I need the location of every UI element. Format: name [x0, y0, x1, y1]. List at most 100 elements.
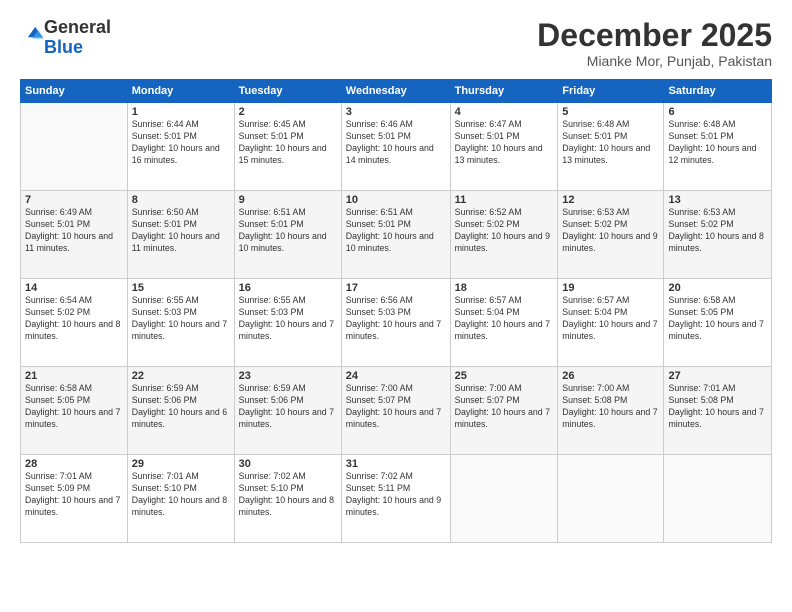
- day-number: 15: [132, 282, 230, 294]
- day-info: Sunrise: 6:57 AM Sunset: 5:04 PM Dayligh…: [562, 295, 659, 343]
- day-info: Sunrise: 6:57 AM Sunset: 5:04 PM Dayligh…: [455, 295, 554, 343]
- sunrise-text: Sunrise: 6:51 AM: [239, 207, 306, 217]
- day-info: Sunrise: 7:02 AM Sunset: 5:10 PM Dayligh…: [239, 471, 337, 519]
- table-row: 19 Sunrise: 6:57 AM Sunset: 5:04 PM Dayl…: [558, 279, 664, 367]
- sunset-text: Sunset: 5:08 PM: [668, 395, 733, 405]
- day-info: Sunrise: 6:53 AM Sunset: 5:02 PM Dayligh…: [562, 207, 659, 255]
- daylight-text: Daylight: 10 hours and 7 minutes.: [455, 319, 550, 341]
- day-info: Sunrise: 6:49 AM Sunset: 5:01 PM Dayligh…: [25, 207, 123, 255]
- col-friday: Friday: [558, 80, 664, 103]
- day-number: 10: [346, 194, 446, 206]
- table-row: 30 Sunrise: 7:02 AM Sunset: 5:10 PM Dayl…: [234, 455, 341, 543]
- table-row: 24 Sunrise: 7:00 AM Sunset: 5:07 PM Dayl…: [341, 367, 450, 455]
- table-row: 15 Sunrise: 6:55 AM Sunset: 5:03 PM Dayl…: [127, 279, 234, 367]
- sunset-text: Sunset: 5:01 PM: [562, 131, 627, 141]
- day-info: Sunrise: 6:44 AM Sunset: 5:01 PM Dayligh…: [132, 119, 230, 167]
- table-row: 25 Sunrise: 7:00 AM Sunset: 5:07 PM Dayl…: [450, 367, 558, 455]
- daylight-text: Daylight: 10 hours and 9 minutes.: [346, 495, 441, 517]
- table-row: 28 Sunrise: 7:01 AM Sunset: 5:09 PM Dayl…: [21, 455, 128, 543]
- sunset-text: Sunset: 5:02 PM: [455, 219, 520, 229]
- day-number: 18: [455, 282, 554, 294]
- sunset-text: Sunset: 5:07 PM: [346, 395, 411, 405]
- daylight-text: Daylight: 10 hours and 7 minutes.: [346, 407, 441, 429]
- daylight-text: Daylight: 10 hours and 12 minutes.: [668, 143, 756, 165]
- day-number: 30: [239, 458, 337, 470]
- daylight-text: Daylight: 10 hours and 10 minutes.: [346, 231, 434, 253]
- table-row: [558, 455, 664, 543]
- logo-icon: [22, 24, 44, 46]
- daylight-text: Daylight: 10 hours and 7 minutes.: [562, 319, 657, 341]
- day-info: Sunrise: 6:52 AM Sunset: 5:02 PM Dayligh…: [455, 207, 554, 255]
- col-tuesday: Tuesday: [234, 80, 341, 103]
- day-info: Sunrise: 7:02 AM Sunset: 5:11 PM Dayligh…: [346, 471, 446, 519]
- sunrise-text: Sunrise: 6:51 AM: [346, 207, 413, 217]
- sunset-text: Sunset: 5:01 PM: [239, 219, 304, 229]
- table-row: 17 Sunrise: 6:56 AM Sunset: 5:03 PM Dayl…: [341, 279, 450, 367]
- calendar-week-row: 21 Sunrise: 6:58 AM Sunset: 5:05 PM Dayl…: [21, 367, 772, 455]
- table-row: 7 Sunrise: 6:49 AM Sunset: 5:01 PM Dayli…: [21, 191, 128, 279]
- day-number: 17: [346, 282, 446, 294]
- table-row: [21, 103, 128, 191]
- day-number: 5: [562, 106, 659, 118]
- sunrise-text: Sunrise: 6:44 AM: [132, 119, 199, 129]
- sunrise-text: Sunrise: 6:57 AM: [562, 295, 629, 305]
- sunrise-text: Sunrise: 6:46 AM: [346, 119, 413, 129]
- day-info: Sunrise: 6:48 AM Sunset: 5:01 PM Dayligh…: [562, 119, 659, 167]
- daylight-text: Daylight: 10 hours and 7 minutes.: [455, 407, 550, 429]
- sunset-text: Sunset: 5:02 PM: [25, 307, 90, 317]
- day-number: 25: [455, 370, 554, 382]
- table-row: 27 Sunrise: 7:01 AM Sunset: 5:08 PM Dayl…: [664, 367, 772, 455]
- sunrise-text: Sunrise: 6:47 AM: [455, 119, 522, 129]
- daylight-text: Daylight: 10 hours and 13 minutes.: [562, 143, 650, 165]
- day-number: 27: [668, 370, 767, 382]
- daylight-text: Daylight: 10 hours and 9 minutes.: [455, 231, 550, 253]
- daylight-text: Daylight: 10 hours and 10 minutes.: [239, 231, 327, 253]
- day-number: 7: [25, 194, 123, 206]
- col-monday: Monday: [127, 80, 234, 103]
- daylight-text: Daylight: 10 hours and 15 minutes.: [239, 143, 327, 165]
- sunset-text: Sunset: 5:01 PM: [346, 131, 411, 141]
- day-info: Sunrise: 7:01 AM Sunset: 5:10 PM Dayligh…: [132, 471, 230, 519]
- table-row: 20 Sunrise: 6:58 AM Sunset: 5:05 PM Dayl…: [664, 279, 772, 367]
- day-info: Sunrise: 7:01 AM Sunset: 5:08 PM Dayligh…: [668, 383, 767, 431]
- sunset-text: Sunset: 5:07 PM: [455, 395, 520, 405]
- sunset-text: Sunset: 5:05 PM: [668, 307, 733, 317]
- page: General Blue December 2025 Mianke Mor, P…: [0, 0, 792, 612]
- day-info: Sunrise: 6:45 AM Sunset: 5:01 PM Dayligh…: [239, 119, 337, 167]
- sunrise-text: Sunrise: 6:48 AM: [562, 119, 629, 129]
- daylight-text: Daylight: 10 hours and 8 minutes.: [25, 319, 120, 341]
- table-row: 5 Sunrise: 6:48 AM Sunset: 5:01 PM Dayli…: [558, 103, 664, 191]
- table-row: 2 Sunrise: 6:45 AM Sunset: 5:01 PM Dayli…: [234, 103, 341, 191]
- sunset-text: Sunset: 5:01 PM: [346, 219, 411, 229]
- day-info: Sunrise: 6:51 AM Sunset: 5:01 PM Dayligh…: [346, 207, 446, 255]
- sunset-text: Sunset: 5:02 PM: [562, 219, 627, 229]
- table-row: 31 Sunrise: 7:02 AM Sunset: 5:11 PM Dayl…: [341, 455, 450, 543]
- sunset-text: Sunset: 5:06 PM: [239, 395, 304, 405]
- sunrise-text: Sunrise: 6:55 AM: [239, 295, 306, 305]
- day-info: Sunrise: 6:54 AM Sunset: 5:02 PM Dayligh…: [25, 295, 123, 343]
- day-number: 11: [455, 194, 554, 206]
- sunrise-text: Sunrise: 6:58 AM: [668, 295, 735, 305]
- day-info: Sunrise: 7:00 AM Sunset: 5:07 PM Dayligh…: [455, 383, 554, 431]
- sunrise-text: Sunrise: 7:01 AM: [132, 471, 199, 481]
- daylight-text: Daylight: 10 hours and 7 minutes.: [239, 319, 334, 341]
- day-number: 1: [132, 106, 230, 118]
- calendar-table: Sunday Monday Tuesday Wednesday Thursday…: [20, 79, 772, 543]
- month-title: December 2025: [537, 18, 772, 53]
- sunrise-text: Sunrise: 7:00 AM: [455, 383, 522, 393]
- sunrise-text: Sunrise: 6:53 AM: [562, 207, 629, 217]
- sunrise-text: Sunrise: 6:50 AM: [132, 207, 199, 217]
- header: General Blue December 2025 Mianke Mor, P…: [20, 18, 772, 69]
- day-number: 31: [346, 458, 446, 470]
- day-number: 13: [668, 194, 767, 206]
- day-info: Sunrise: 6:58 AM Sunset: 5:05 PM Dayligh…: [25, 383, 123, 431]
- sunset-text: Sunset: 5:01 PM: [132, 219, 197, 229]
- sunrise-text: Sunrise: 7:00 AM: [562, 383, 629, 393]
- day-number: 24: [346, 370, 446, 382]
- table-row: 29 Sunrise: 7:01 AM Sunset: 5:10 PM Dayl…: [127, 455, 234, 543]
- sunrise-text: Sunrise: 7:02 AM: [239, 471, 306, 481]
- day-info: Sunrise: 6:59 AM Sunset: 5:06 PM Dayligh…: [239, 383, 337, 431]
- sunrise-text: Sunrise: 6:45 AM: [239, 119, 306, 129]
- sunrise-text: Sunrise: 6:59 AM: [239, 383, 306, 393]
- daylight-text: Daylight: 10 hours and 7 minutes.: [132, 319, 227, 341]
